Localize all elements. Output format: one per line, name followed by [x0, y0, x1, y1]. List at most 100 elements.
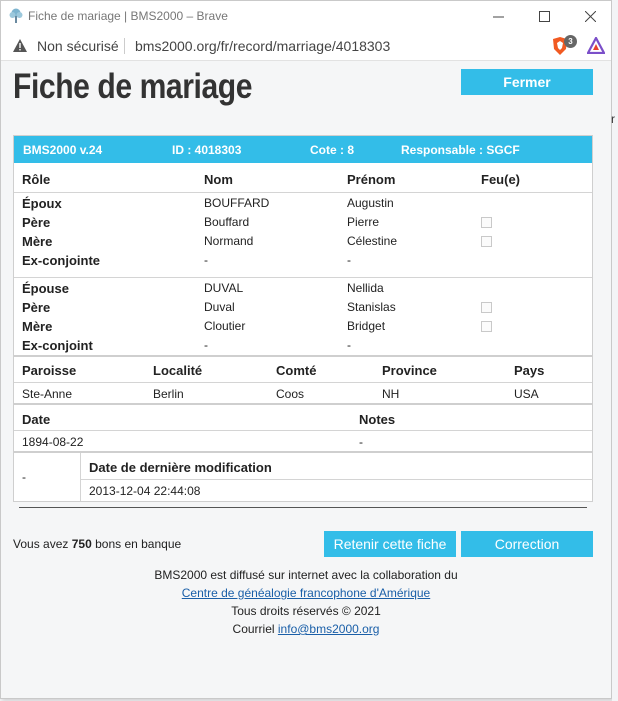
- address-bar[interactable]: Non sécurisé bms2000.org/fr/record/marri…: [1, 32, 611, 61]
- modification-left-value: -: [22, 470, 26, 484]
- record-cote: Cote : 8: [310, 143, 355, 157]
- minimize-icon: [492, 16, 504, 18]
- security-status[interactable]: Non sécurisé: [37, 38, 119, 54]
- column-prenom: Prénom: [347, 172, 396, 187]
- province-header: Province: [382, 363, 437, 378]
- date-header: Date: [22, 412, 51, 427]
- nom-value: Cloutier: [204, 319, 246, 333]
- role-label: Mère: [22, 319, 53, 334]
- prenom-value: Célestine: [347, 234, 398, 248]
- province-value: NH: [382, 387, 400, 401]
- deceased-checkbox[interactable]: [481, 321, 492, 332]
- nom-value: Bouffard: [204, 215, 250, 229]
- notes-header: Notes: [359, 412, 396, 427]
- record-header: BMS2000 v.24 ID : 4018303 Cote : 8 Respo…: [14, 136, 592, 163]
- divider: [14, 403, 592, 405]
- record-id: ID : 4018303: [172, 143, 242, 157]
- localite-header: Localité: [153, 363, 203, 378]
- tree-icon: [9, 8, 23, 23]
- prenom-value: -: [347, 253, 351, 267]
- page-content: Fiche de mariage Fermer BMS2000 v.24 ID …: [1, 61, 611, 698]
- background-page: [612, 0, 618, 701]
- role-label: Ex-conjointe: [22, 253, 101, 268]
- date-value: 1894-08-22: [22, 435, 84, 449]
- prenom-value: Augustin: [347, 196, 394, 210]
- role-label: Époux: [22, 196, 62, 211]
- role-label: Épouse: [22, 281, 69, 296]
- prenom-value: Bridget: [347, 319, 386, 333]
- pays-value: USA: [514, 387, 539, 401]
- role-label: Ex-conjoint: [22, 338, 93, 353]
- bank-suffix: bons en banque: [95, 537, 182, 551]
- deceased-checkbox[interactable]: [481, 302, 492, 313]
- footer-link-row: Centre de généalogie francophone d'Améri…: [1, 586, 611, 600]
- paroisse-value: Ste-Anne: [22, 387, 73, 401]
- page-title: Fiche de mariage: [13, 67, 253, 106]
- comte-header: Comté: [276, 363, 317, 378]
- minimize-button[interactable]: [475, 1, 521, 32]
- role-label: Mère: [22, 234, 53, 249]
- maximize-icon: [538, 11, 550, 22]
- column-nom: Nom: [204, 172, 233, 187]
- divider: [14, 277, 592, 278]
- nom-value: DUVAL: [204, 281, 244, 295]
- email-link[interactable]: info@bms2000.org: [278, 622, 380, 636]
- warning-icon[interactable]: [13, 39, 27, 52]
- footer-collaboration: BMS2000 est diffusé sur internet avec la…: [154, 568, 458, 582]
- nom-value: -: [204, 338, 208, 352]
- marriage-record: BMS2000 v.24 ID : 4018303 Cote : 8 Respo…: [13, 135, 593, 502]
- deceased-checkbox[interactable]: [481, 217, 492, 228]
- shield-count-badge: 3: [564, 35, 577, 48]
- divider: [19, 507, 587, 508]
- close-window-button[interactable]: [567, 1, 613, 32]
- bank-balance: Vous avez 750 bons en banque: [13, 537, 181, 551]
- close-icon: [584, 11, 596, 22]
- role-label: Père: [22, 300, 51, 315]
- url-field[interactable]: bms2000.org/fr/record/marriage/4018303: [135, 38, 390, 54]
- divider: [14, 382, 592, 383]
- correction-button[interactable]: Correction: [461, 531, 593, 557]
- browser-window: Fiche de mariage | BMS2000 – Brave Non s…: [0, 0, 612, 699]
- modification-date: 2013-12-04 22:44:08: [89, 484, 201, 498]
- column-feu: Feu(e): [481, 172, 520, 187]
- partner-link[interactable]: Centre de généalogie francophone d'Améri…: [182, 586, 430, 600]
- notes-value: -: [359, 435, 363, 449]
- address-separator: [124, 38, 125, 54]
- brave-rewards-icon[interactable]: [587, 37, 605, 54]
- background-page-text: r: [611, 112, 615, 126]
- prenom-value: Stanislas: [347, 300, 396, 314]
- prenom-value: Pierre: [347, 215, 380, 229]
- pays-header: Pays: [514, 363, 545, 378]
- footer-rights: Tous droits réservés © 2021: [231, 604, 381, 618]
- nom-value: -: [204, 253, 208, 267]
- footer-email-row: Courriel info@bms2000.org: [1, 622, 611, 636]
- divider: [14, 355, 592, 357]
- nom-value: BOUFFARD: [204, 196, 270, 210]
- bank-amount: 750: [71, 537, 92, 551]
- prenom-value: Nellida: [347, 281, 384, 295]
- retain-record-button[interactable]: Retenir cette fiche: [324, 531, 456, 557]
- paroisse-header: Paroisse: [22, 363, 77, 378]
- version-label: BMS2000 v.24: [23, 143, 103, 157]
- column-role: Rôle: [22, 172, 51, 187]
- divider: [80, 479, 593, 480]
- close-button[interactable]: Fermer: [461, 69, 593, 95]
- title-bar: Fiche de mariage | BMS2000 – Brave: [1, 1, 611, 32]
- comte-value: Coos: [276, 387, 305, 401]
- divider: [14, 451, 592, 453]
- divider: [14, 430, 592, 431]
- record-responsable: Responsable : SGCF: [401, 143, 520, 157]
- window-title: Fiche de mariage | BMS2000 – Brave: [28, 9, 228, 23]
- bank-prefix: Vous avez: [13, 537, 69, 551]
- localite-value: Berlin: [153, 387, 184, 401]
- role-label: Père: [22, 215, 51, 230]
- deceased-checkbox[interactable]: [481, 236, 492, 247]
- nom-value: Normand: [204, 234, 254, 248]
- nom-value: Duval: [204, 300, 235, 314]
- divider: [14, 192, 592, 193]
- maximize-button[interactable]: [521, 1, 567, 32]
- modification-header: Date de dernière modification: [89, 460, 272, 475]
- divider: [80, 453, 81, 501]
- email-label: Courriel: [232, 622, 275, 636]
- prenom-value: -: [347, 338, 351, 352]
